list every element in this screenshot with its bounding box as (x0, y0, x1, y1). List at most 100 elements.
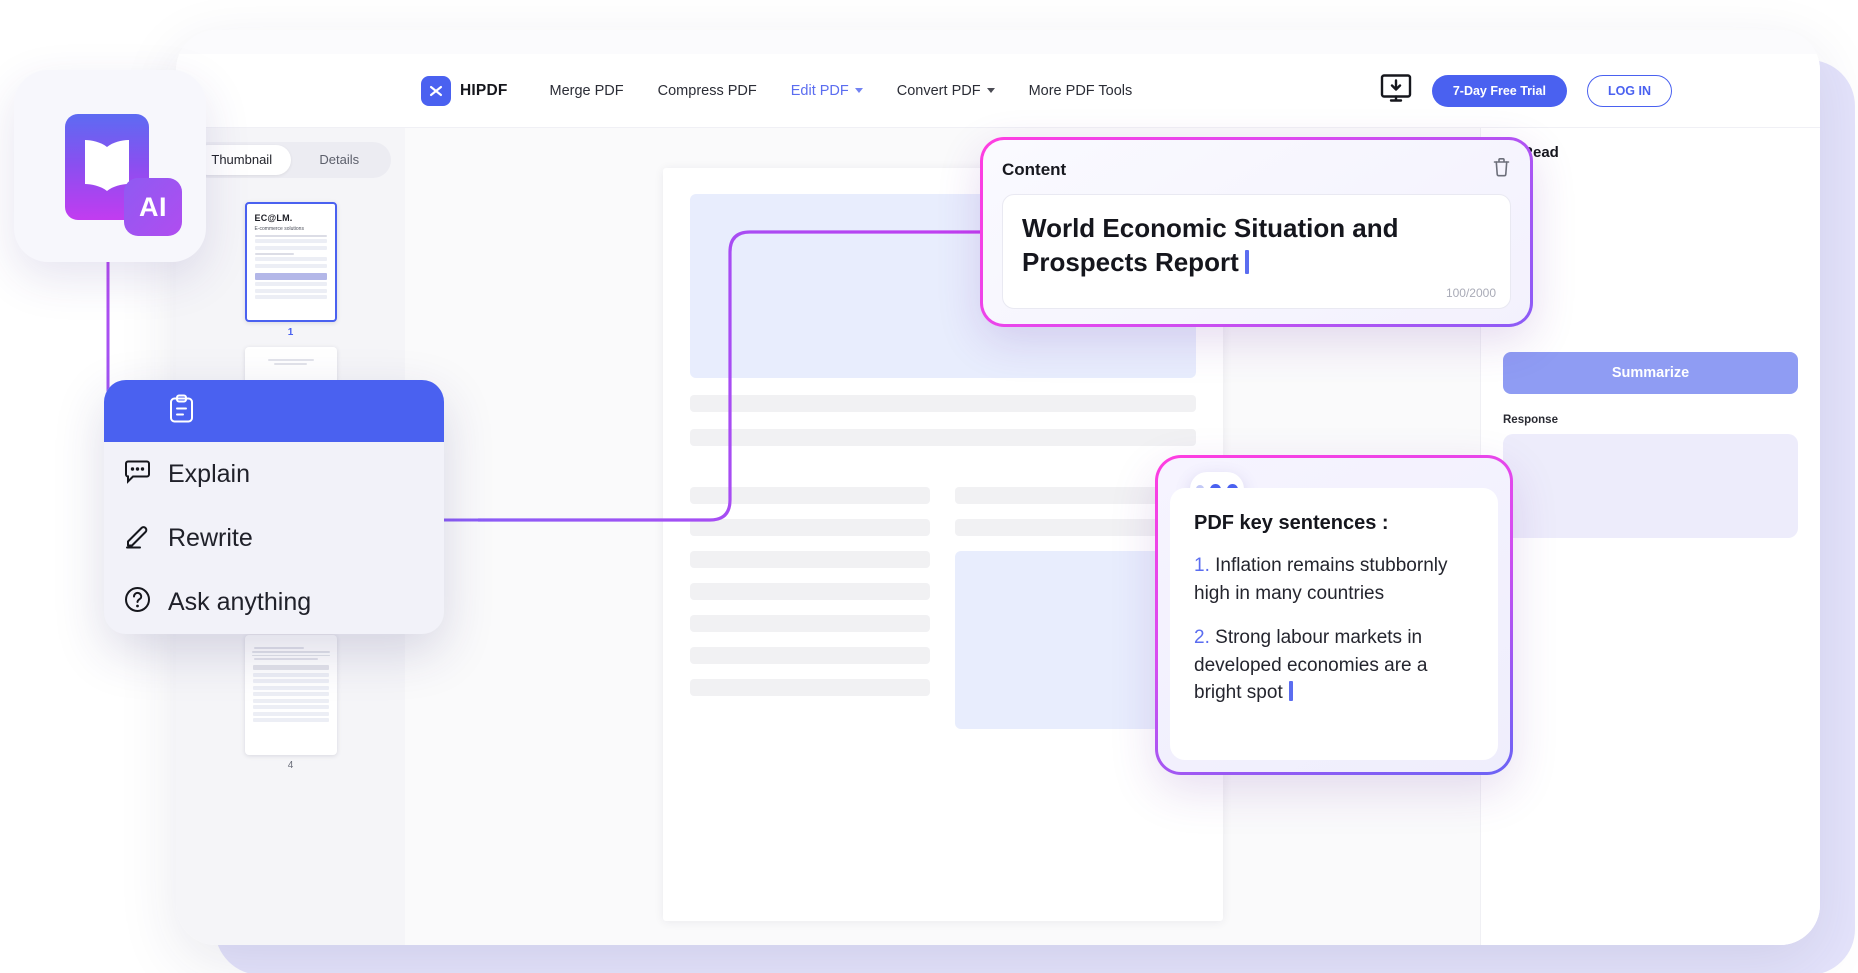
table-row (254, 288, 327, 293)
nav-link-compress-pdf[interactable]: Compress PDF (658, 83, 757, 99)
brand-name: HIPDF (460, 81, 508, 99)
table-row (252, 679, 329, 684)
hipdf-logo-icon (421, 75, 451, 106)
nav-link-label: Edit PDF (790, 82, 849, 99)
context-menu-item-label: Explain (168, 459, 250, 488)
tab-details[interactable]: Details (291, 145, 389, 175)
login-button[interactable]: LOG IN (1586, 74, 1672, 107)
content-callout: Content World Economic Situation and Pro… (980, 137, 1533, 327)
character-counter: 100/2000 (1445, 286, 1496, 300)
key-sentences-body: PDF key sentences : 1. Inflation remains… (1158, 458, 1510, 772)
context-menu-item-label: Ask anything (168, 587, 312, 616)
key-sentence-item: 2. Strong labour markets in developed ec… (1194, 624, 1474, 707)
key-sentence-item: 1. Inflation remains stubbornly high in … (1194, 552, 1474, 607)
text-line (254, 257, 327, 262)
text-line (689, 551, 930, 568)
brand[interactable]: HIPDF (421, 75, 508, 106)
content-textarea[interactable]: World Economic Situation and Prospects R… (1002, 194, 1511, 309)
key-sentence-text: Strong labour markets in developed econo… (1194, 627, 1428, 704)
table-row (254, 282, 327, 287)
key-sentences-callout: PDF key sentences : 1. Inflation remains… (1155, 455, 1513, 775)
key-sentences-title: PDF key sentences : (1194, 512, 1389, 534)
text-line (689, 487, 930, 504)
key-sentence-text: Inflation remains stubbornly high in man… (1194, 555, 1448, 604)
window-titlebar (176, 30, 1820, 54)
response-box (1503, 434, 1798, 538)
content-header: Content (1002, 157, 1511, 182)
page-thumbnail[interactable] (244, 635, 337, 755)
nav-link-more-pdf-tools[interactable]: More PDF Tools (1029, 83, 1133, 99)
text-line (689, 583, 930, 600)
free-trial-button[interactable]: 7-Day Free Trial (1431, 74, 1567, 107)
content-text-value: World Economic Situation and Prospects R… (1022, 213, 1399, 278)
context-menu-item-label: Rewrite (168, 523, 253, 552)
table-row (252, 692, 329, 697)
table-header (254, 272, 327, 280)
site-navbar: HIPDF Merge PDF Compress PDF Edit PDF Co… (176, 54, 1820, 128)
nav-link-label: Convert PDF (896, 82, 981, 99)
nav-link-merge-pdf[interactable]: Merge PDF (550, 83, 624, 99)
text-line (689, 647, 930, 664)
content-text: World Economic Situation and Prospects R… (1022, 211, 1491, 280)
divider (254, 252, 295, 255)
key-sentence-number: 1. (1194, 555, 1210, 576)
text-line (254, 239, 327, 244)
text-line (254, 263, 327, 268)
nav-links: Merge PDF Compress PDF Edit PDF Convert … (550, 83, 1133, 99)
invoice-title: EC@LM. (254, 213, 293, 223)
page-number: 4 (287, 760, 294, 771)
text-line (689, 429, 1196, 446)
text-line (689, 679, 930, 696)
ai-book-card: AI (14, 70, 206, 262)
text-line (251, 650, 330, 653)
tab-thumbnail[interactable]: Thumbnail (193, 145, 291, 175)
key-sentences-card: PDF key sentences : 1. Inflation remains… (1170, 488, 1498, 760)
table-row (252, 711, 329, 716)
table-row (252, 672, 329, 677)
nav-link-edit-pdf[interactable]: Edit PDF (791, 83, 863, 99)
nav-link-label: Compress PDF (657, 82, 757, 99)
nav-link-convert-pdf[interactable]: Convert PDF (897, 83, 995, 99)
thumbnail-item[interactable]: 4 (176, 635, 405, 771)
nav-link-label: More PDF Tools (1028, 82, 1133, 99)
question-circle-icon (124, 586, 151, 618)
text-line (689, 519, 930, 536)
response-label: Response (1503, 414, 1558, 426)
thumbnail-item[interactable]: EC@LM. E-commerce solutions 1 (176, 202, 405, 338)
context-menu-header[interactable] (104, 380, 444, 442)
text-line (689, 395, 1196, 412)
pencil-icon (124, 522, 151, 554)
chat-dots-icon (124, 460, 151, 489)
table-header (252, 665, 329, 671)
nav-actions: 7-Day Free Trial LOG IN (1380, 74, 1672, 107)
table-row (252, 718, 329, 723)
rail-tabs: Thumbnail Details (190, 142, 391, 178)
invoice-subtitle: E-commerce solutions (254, 225, 304, 232)
text-line (267, 359, 314, 361)
summarize-button[interactable]: Summarize (1503, 352, 1798, 394)
clipboard-icon (168, 394, 195, 429)
nav-link-label: Merge PDF (549, 82, 624, 99)
text-line (253, 647, 305, 649)
text-line (254, 245, 327, 250)
desktop-download-icon[interactable] (1380, 74, 1412, 107)
page-thumbnail[interactable]: EC@LM. E-commerce solutions (244, 202, 337, 322)
ai-badge: AI (124, 178, 182, 236)
text-line (689, 615, 930, 632)
content-callout-body: Content World Economic Situation and Pro… (983, 140, 1530, 324)
context-menu-item-rewrite[interactable]: Rewrite (104, 506, 444, 570)
column-left (689, 472, 930, 729)
table-row (252, 685, 329, 690)
ai-context-menu: Explain Rewrite Ask anything (104, 380, 444, 634)
content-label: Content (1002, 159, 1067, 179)
divider (254, 234, 327, 237)
table-row (252, 698, 329, 703)
context-menu-item-ask-anything[interactable]: Ask anything (104, 570, 444, 634)
two-column-block (689, 472, 1196, 729)
context-menu-item-explain[interactable]: Explain (104, 442, 444, 506)
text-cursor (1288, 681, 1293, 702)
clear-trash-icon[interactable] (1492, 157, 1511, 182)
text-line (274, 362, 307, 365)
table-row (252, 705, 329, 710)
chevron-down-icon (854, 88, 863, 93)
